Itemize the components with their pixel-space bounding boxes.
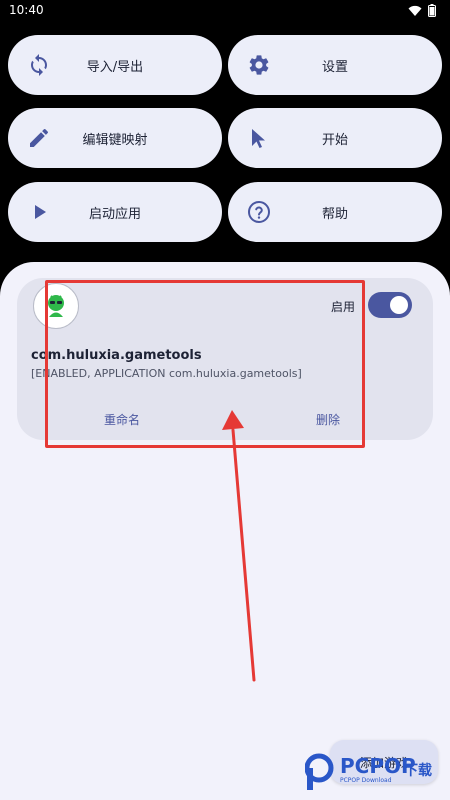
annotation-arrow bbox=[222, 410, 256, 682]
watermark-suffix: 下载 bbox=[404, 763, 432, 779]
watermark-sub: PCPOP Download bbox=[340, 777, 392, 784]
